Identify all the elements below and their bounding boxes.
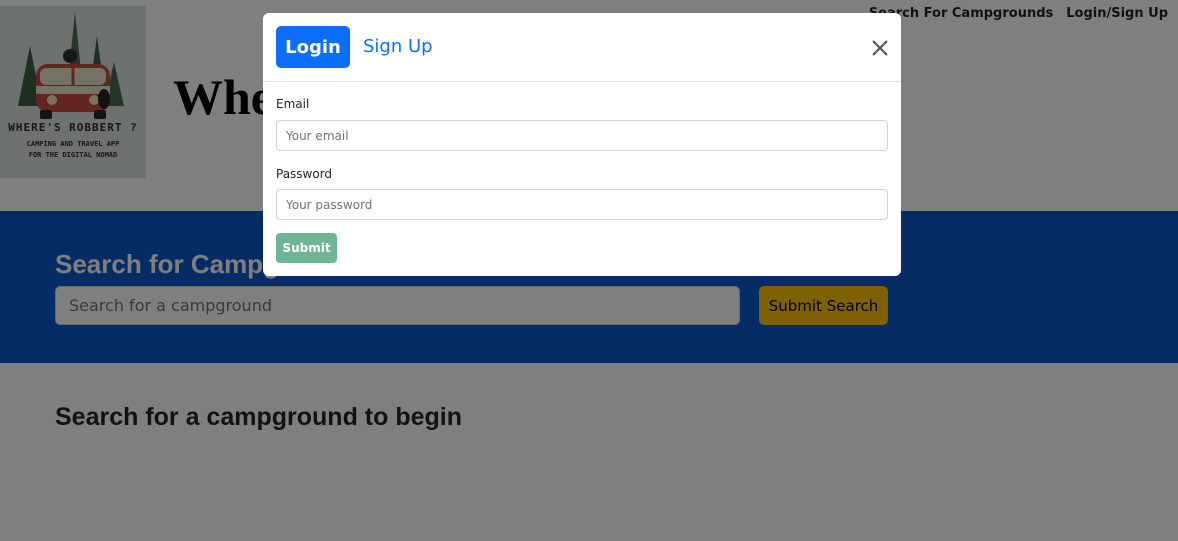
email-field[interactable] [276, 120, 888, 151]
close-icon [872, 40, 888, 56]
tab-signup[interactable]: Sign Up [363, 26, 433, 68]
email-label: Email [276, 97, 310, 111]
login-submit-button[interactable]: Submit [276, 233, 337, 263]
password-field[interactable] [276, 189, 888, 220]
close-modal-button[interactable] [869, 37, 891, 59]
tab-login[interactable]: Login [276, 26, 350, 68]
modal-header: Login Sign Up [263, 13, 901, 82]
password-label: Password [276, 167, 333, 181]
login-modal: Login Sign Up Email Password Submit [263, 13, 901, 276]
